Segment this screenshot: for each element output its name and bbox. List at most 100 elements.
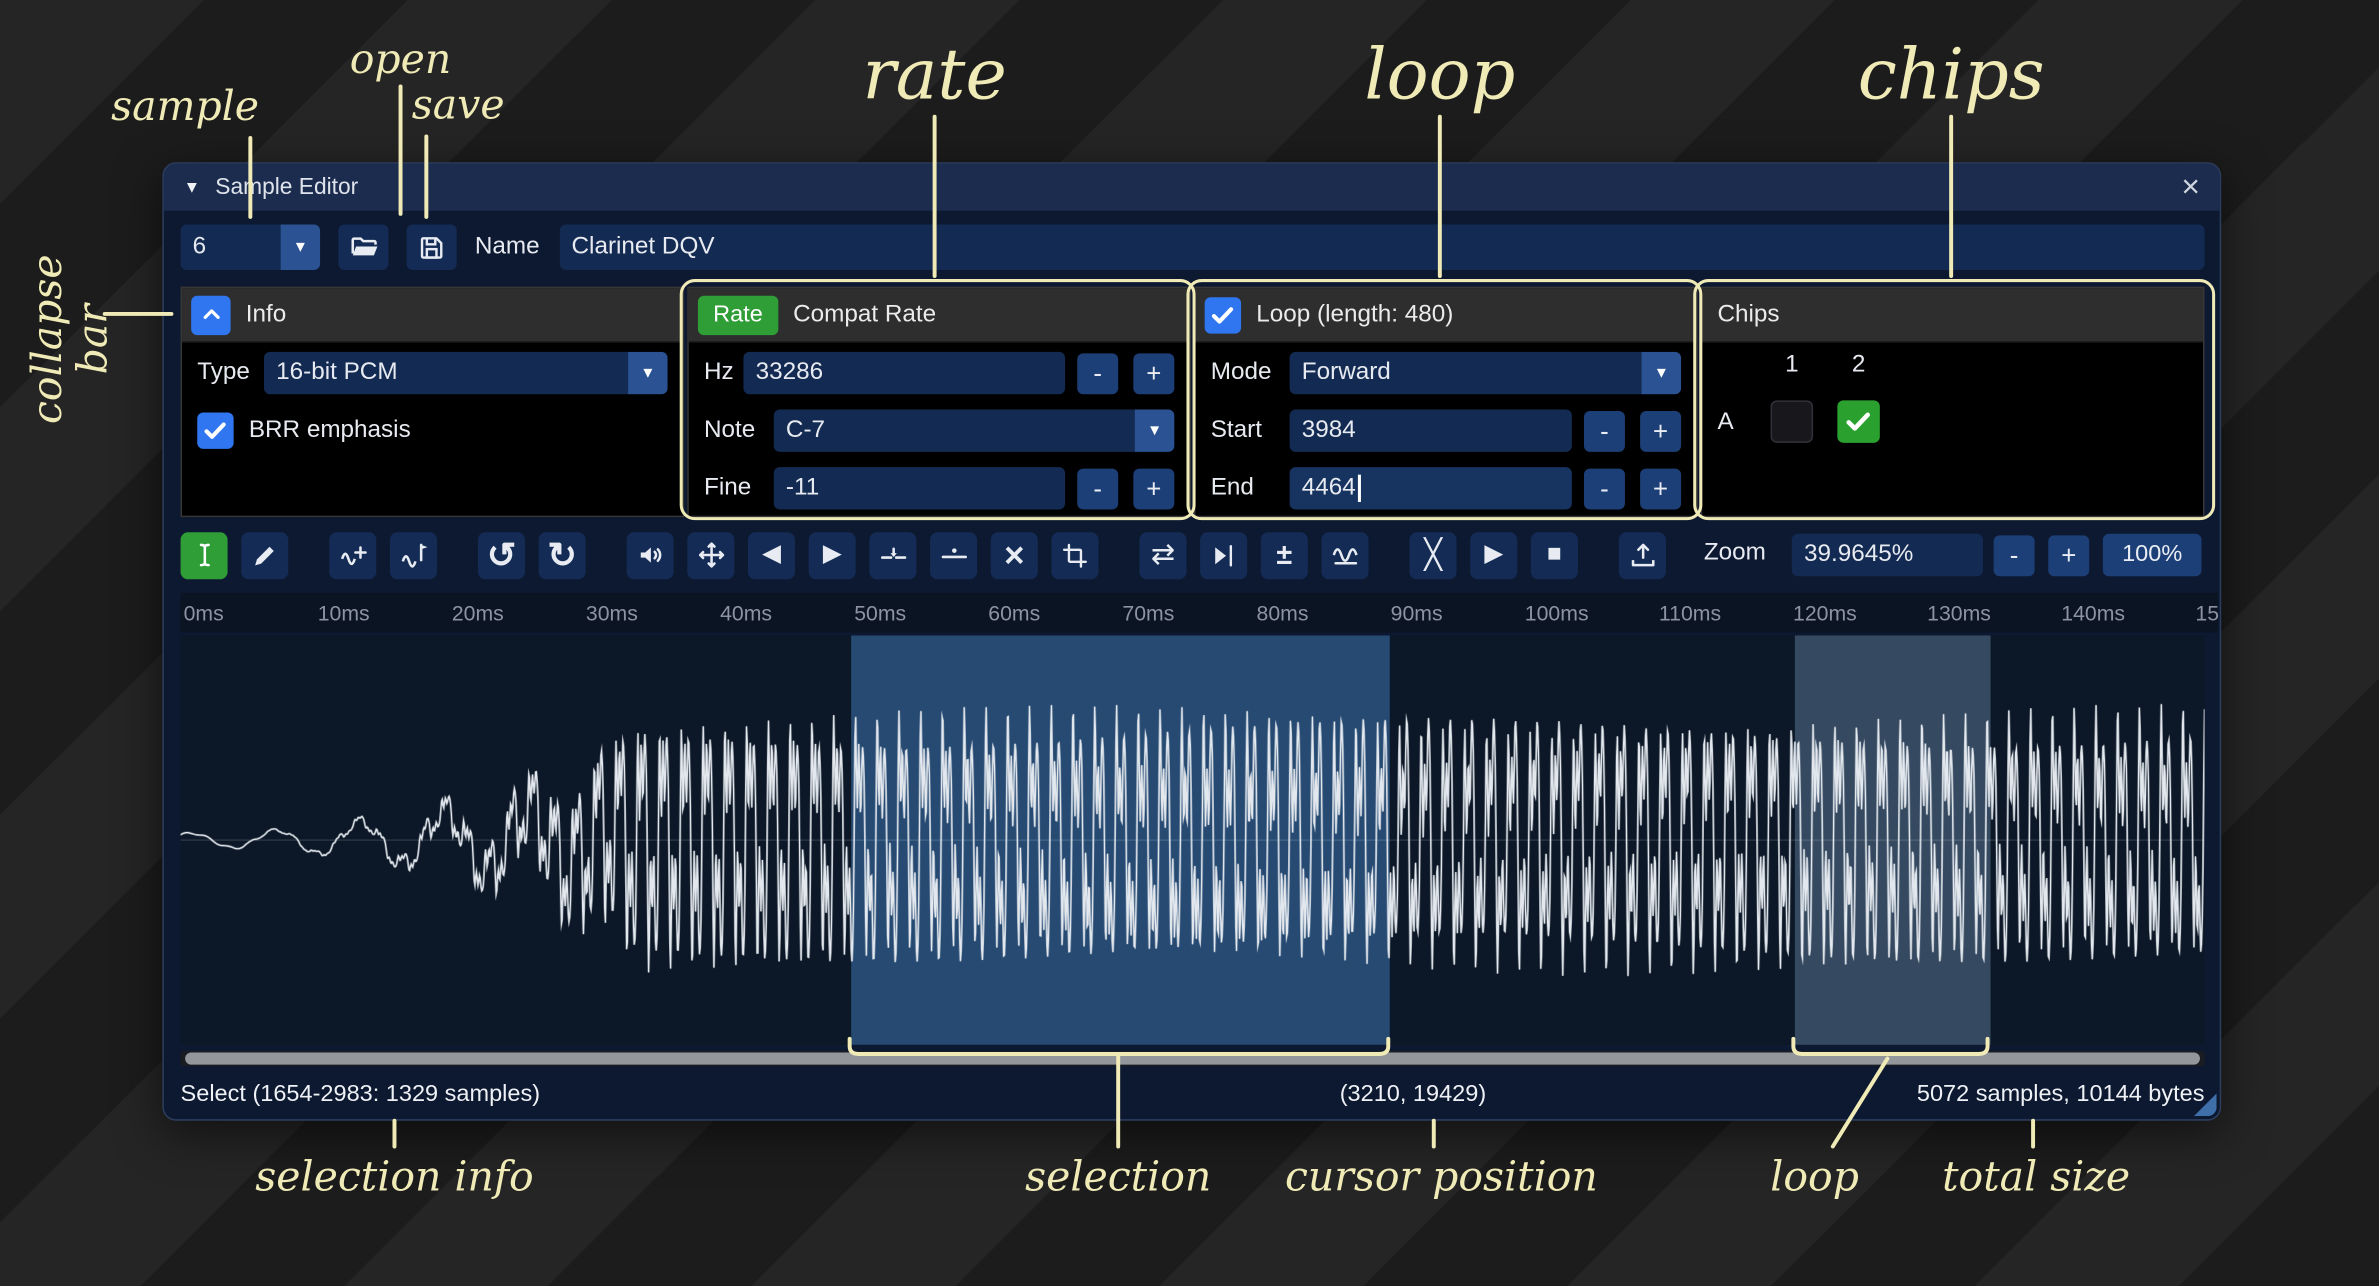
fade-in-button[interactable]: ◀: [748, 532, 795, 579]
delete-button[interactable]: ×: [991, 532, 1038, 579]
select-tool-button[interactable]: [181, 532, 228, 579]
preview-button[interactable]: ▶: [1470, 532, 1517, 579]
text-caret: [1357, 475, 1360, 502]
ruler-label: 130ms: [1927, 601, 1991, 625]
window-collapse-icon[interactable]: ▼: [184, 178, 201, 196]
crossfade-button[interactable]: ╳: [1409, 532, 1456, 579]
stop-preview-button[interactable]: ■: [1531, 532, 1578, 579]
invert-icon: [1209, 541, 1238, 570]
hz-input[interactable]: 33286: [743, 352, 1065, 394]
name-input[interactable]: Clarinet DQV: [559, 224, 2204, 269]
ruler-label: 80ms: [1257, 601, 1309, 625]
loop-start-increase-button[interactable]: +: [1640, 410, 1681, 451]
zoom-out-button[interactable]: -: [1994, 535, 2035, 576]
collapse-info-button[interactable]: [191, 295, 230, 334]
chip-a-2-checkbox[interactable]: [1837, 400, 1879, 442]
check-icon: [1209, 301, 1236, 328]
speaker-icon: [635, 540, 665, 570]
chevron-up-icon: [198, 302, 224, 328]
draw-tool-button[interactable]: [241, 532, 288, 579]
loop-end-label: End: [1211, 475, 1290, 502]
type-label: Type: [197, 359, 264, 386]
crop-icon: [1061, 541, 1090, 570]
delete-x-icon: ×: [1004, 538, 1024, 573]
amplify-button[interactable]: [627, 532, 674, 579]
note-select[interactable]: C-7 ▼: [774, 409, 1175, 451]
fine-increase-button[interactable]: +: [1133, 468, 1174, 509]
hz-increase-button[interactable]: +: [1133, 353, 1174, 394]
chip-a-1-checkbox[interactable]: [1771, 400, 1813, 442]
ruler-label: 10ms: [318, 601, 370, 625]
reverse-icon: ⇄: [1151, 541, 1175, 570]
brr-emphasis-label: BRR emphasis: [249, 417, 411, 444]
rate-panel: Rate Compat Rate Hz 33286 - + Note C-7 ▼: [687, 287, 1191, 518]
sign-invert-button[interactable]: ±: [1261, 532, 1308, 579]
invert-button[interactable]: [1200, 532, 1247, 579]
annotation-sample-label: sample: [64, 85, 307, 130]
open-button[interactable]: [338, 224, 388, 269]
sample-toolbar: ↺ ↻ ◀ ▶ × ⇄: [181, 529, 2205, 581]
sample-type-value: 16-bit PCM: [276, 359, 628, 386]
undo-button[interactable]: ↺: [478, 532, 525, 579]
annotation-cursor-position-label: cursor position: [1259, 1156, 1623, 1201]
resample-button[interactable]: [390, 532, 437, 579]
close-icon[interactable]: ×: [2181, 171, 2200, 203]
apply-silence-icon: [938, 540, 968, 570]
trim-button[interactable]: [1051, 532, 1098, 579]
waveform-canvas[interactable]: [181, 635, 2205, 1044]
zoom-in-button[interactable]: +: [2048, 535, 2089, 576]
info-panel-header: Info: [182, 288, 683, 343]
apply-silence-button[interactable]: [930, 532, 977, 579]
resize-grip[interactable]: [2194, 1093, 2217, 1116]
selection-info-text: Select (1654-2983: 1329 samples): [181, 1081, 541, 1108]
sample-selector[interactable]: 6 ▼: [181, 224, 321, 269]
rate-button[interactable]: Rate: [698, 295, 778, 334]
zoom-reset-button[interactable]: 100%: [2103, 534, 2202, 576]
zoom-label: Zoom: [1704, 540, 1766, 567]
make-instrument-button[interactable]: [1619, 532, 1666, 579]
resize-button[interactable]: [329, 532, 376, 579]
fade-in-icon: ◀: [762, 543, 781, 567]
save-button[interactable]: [407, 224, 457, 269]
chip-column-1: 1: [1771, 352, 1813, 379]
hz-label: Hz: [704, 359, 743, 386]
fine-decrease-button[interactable]: -: [1077, 468, 1118, 509]
chevron-down-icon: ▼: [1642, 352, 1681, 394]
ruler-label: 30ms: [586, 601, 638, 625]
filter-button[interactable]: [1321, 532, 1368, 579]
loop-mode-select[interactable]: Forward ▼: [1290, 352, 1681, 394]
fine-input[interactable]: -11: [774, 467, 1065, 509]
loop-end-input[interactable]: 4464: [1290, 467, 1572, 509]
hz-decrease-button[interactable]: -: [1077, 353, 1118, 394]
sample-type-select[interactable]: 16-bit PCM ▼: [264, 352, 668, 394]
fine-value: -11: [786, 475, 819, 502]
pencil-icon: [250, 541, 279, 570]
note-label: Note: [704, 417, 774, 444]
titlebar[interactable]: ▼ Sample Editor ×: [164, 164, 2220, 211]
brr-emphasis-checkbox[interactable]: [197, 412, 233, 448]
loop-start-decrease-button[interactable]: -: [1584, 410, 1625, 451]
loop-enable-checkbox[interactable]: [1205, 296, 1241, 332]
loop-end-increase-button[interactable]: +: [1640, 468, 1681, 509]
cursor-position-text: (3210, 19429): [1340, 1081, 1486, 1108]
reverse-button[interactable]: ⇄: [1139, 532, 1186, 579]
arrows-all-icon: [696, 540, 726, 570]
loop-mode-value: Forward: [1302, 359, 1642, 386]
zoom-input[interactable]: 39.9645%: [1792, 534, 1983, 576]
annotation-chips-label: chips: [1815, 36, 2088, 113]
loop-start-input[interactable]: 3984: [1290, 409, 1572, 451]
ruler-label: 40ms: [720, 601, 772, 625]
insert-silence-button[interactable]: [869, 532, 916, 579]
rate-panel-title: Compat Rate: [793, 301, 936, 328]
chips-panel-title: Chips: [1717, 301, 1779, 328]
waveform-scrollbar[interactable]: [181, 1051, 2205, 1066]
scrollbar-thumb[interactable]: [185, 1052, 2200, 1064]
loop-end-decrease-button[interactable]: -: [1584, 468, 1625, 509]
sample-editor-window: ▼ Sample Editor × 6 ▼ Name Clarinet DQV: [162, 162, 2221, 1120]
info-panel: Info Type 16-bit PCM ▼ BRR emphasis: [181, 287, 685, 518]
waveform-display[interactable]: [181, 635, 2205, 1044]
fade-out-button[interactable]: ▶: [809, 532, 856, 579]
redo-button[interactable]: ↻: [539, 532, 586, 579]
annotation-loop-bottom-label: loop: [1724, 1156, 1906, 1201]
normalize-button[interactable]: [687, 532, 734, 579]
